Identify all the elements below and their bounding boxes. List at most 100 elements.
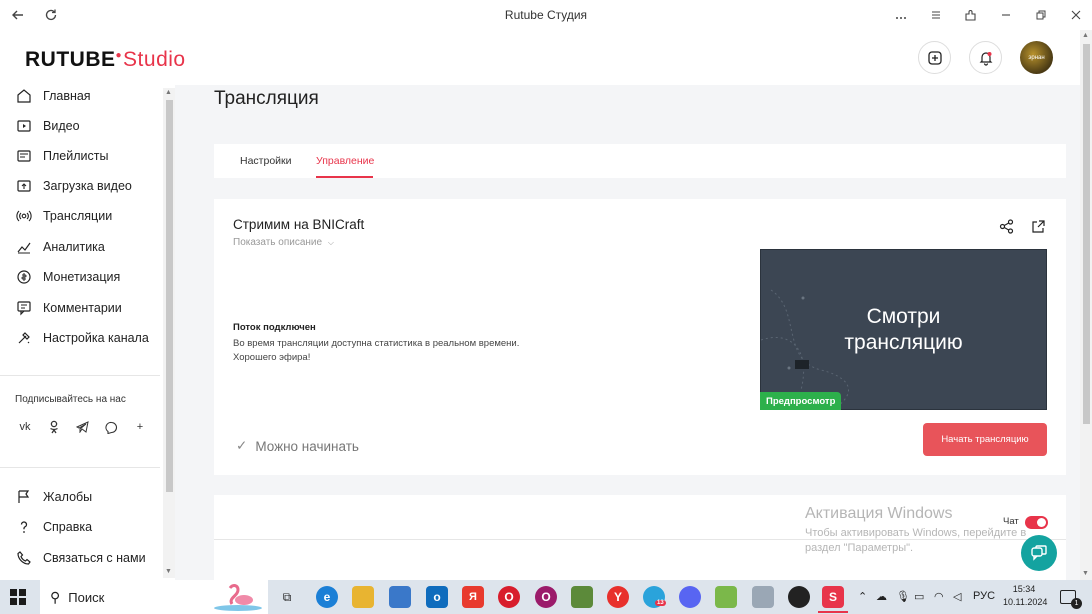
windows-activation-title: Активация Windows xyxy=(805,505,953,522)
keyboard-language[interactable]: РУС xyxy=(973,590,995,602)
search-icon: ⚲ xyxy=(50,588,61,605)
opera-gx-icon[interactable]: O xyxy=(535,586,557,608)
tab-management[interactable]: Управление xyxy=(316,155,374,167)
page-title: Трансляция xyxy=(214,88,319,109)
opera-icon[interactable]: O xyxy=(498,586,520,608)
sidebar-item-upload[interactable]: Загрузка видео xyxy=(15,175,132,197)
sidebar-item-label: Трансляции xyxy=(43,209,113,223)
scrollbar-thumb[interactable] xyxy=(166,100,173,492)
contact-icon xyxy=(15,549,33,567)
logo-dot: ● xyxy=(115,50,123,61)
sidebar-item-label: Загрузка видео xyxy=(43,179,132,193)
sidebar-item-channel-settings[interactable]: Настройка канала xyxy=(15,327,149,349)
restore-icon[interactable] xyxy=(1028,3,1054,27)
chat-bubbles-icon xyxy=(1031,545,1047,561)
microphone-icon[interactable]: 🎙 xyxy=(896,590,910,603)
scroll-up-arrow[interactable]: ▲ xyxy=(165,89,172,96)
clock-date: 10.11.2024 xyxy=(1003,597,1048,607)
yandex-browser-icon[interactable]: Y xyxy=(607,586,629,608)
ready-status-label: Можно начинать xyxy=(255,438,359,454)
outlook-icon[interactable]: o xyxy=(426,586,448,608)
sidebar-item-comments[interactable]: Комментарии xyxy=(15,297,122,319)
playlist-icon xyxy=(15,147,33,165)
telegram-badge: 13 xyxy=(655,600,666,606)
telegram-icon[interactable] xyxy=(71,416,93,438)
preview-overlay-text: Смотри трансляцию xyxy=(761,304,1046,356)
sidebar-item-label: Аналитика xyxy=(43,240,105,254)
windows-taskbar: ⚲ Поиск ⧉ e o Я O O Y 13 S ⌃ ☁ 🎙 ▭ ◠ ◁ Р… xyxy=(0,580,1092,614)
refresh-icon[interactable] xyxy=(38,3,64,27)
scroll-down-arrow[interactable]: ▼ xyxy=(1082,570,1089,577)
more-dots-icon[interactable] xyxy=(888,3,914,27)
sidebar-item-analytics[interactable]: Аналитика xyxy=(15,236,105,258)
viber-icon[interactable] xyxy=(100,416,122,438)
home-icon xyxy=(15,87,33,105)
start-broadcast-button[interactable]: Начать трансляцию xyxy=(923,423,1047,456)
wifi-icon[interactable]: ◠ xyxy=(934,590,944,603)
active-tab-indicator xyxy=(316,176,373,178)
scrollbar-thumb[interactable] xyxy=(1083,44,1090,424)
add-square-icon xyxy=(927,50,942,65)
open-external-icon[interactable] xyxy=(1029,217,1047,235)
comments-icon xyxy=(15,299,33,317)
file-explorer-icon[interactable] xyxy=(352,586,374,608)
app-icon[interactable] xyxy=(752,586,774,608)
more-icon[interactable]: + xyxy=(129,416,151,438)
add-content-button[interactable] xyxy=(918,41,951,74)
telegram-app-icon[interactable]: 13 xyxy=(643,586,666,608)
minecraft-icon[interactable] xyxy=(571,586,593,608)
logo-main: RUTUBE xyxy=(25,48,116,71)
stream-status-title: Поток подключен xyxy=(233,322,316,333)
scroll-down-arrow[interactable]: ▼ xyxy=(165,568,172,575)
volume-icon[interactable]: ◁ xyxy=(953,590,961,603)
cloud-icon[interactable]: ☁ xyxy=(876,590,887,603)
minimize-icon[interactable] xyxy=(993,3,1019,27)
edge-icon[interactable]: e xyxy=(316,586,338,608)
back-icon[interactable] xyxy=(5,3,31,27)
task-view-icon[interactable]: ⧉ xyxy=(276,586,298,608)
tray-overflow-icon[interactable]: ⌃ xyxy=(858,590,867,603)
avatar[interactable]: эрнан xyxy=(1020,41,1053,74)
yandex-icon[interactable]: Я xyxy=(462,586,484,608)
sidebar-item-label: Справка xyxy=(43,520,93,534)
scroll-up-arrow[interactable]: ▲ xyxy=(1082,32,1089,39)
sidebar-item-broadcasts[interactable]: Трансляции xyxy=(15,205,112,227)
sidebar-item-monetization[interactable]: Монетизация xyxy=(15,266,120,288)
rutube-studio-taskbar-icon[interactable]: S xyxy=(822,586,844,608)
extensions-icon[interactable] xyxy=(957,3,983,27)
battery-icon[interactable]: ▭ xyxy=(914,590,924,603)
taskbar-search[interactable]: ⚲ Поиск xyxy=(40,580,268,614)
vk-icon[interactable]: vk xyxy=(14,416,36,438)
menu-icon[interactable] xyxy=(923,3,949,27)
obs-icon[interactable] xyxy=(788,586,810,608)
store-icon[interactable] xyxy=(389,586,411,608)
windows-start-icon[interactable] xyxy=(10,589,26,605)
taskbar-clock[interactable]: 15:34 10.11.2024 xyxy=(1003,583,1048,609)
avatar-text: эрнан xyxy=(1028,54,1045,61)
sidebar-item-home[interactable]: Главная xyxy=(15,85,91,107)
tab-settings[interactable]: Настройки xyxy=(240,155,292,167)
subscribe-title: Подписывайтесь на нас xyxy=(15,394,126,405)
sidebar-item-playlists[interactable]: Плейлисты xyxy=(15,145,108,167)
share-icon[interactable] xyxy=(997,217,1015,235)
sidebar-scrollbar[interactable]: ▲ ▼ xyxy=(163,88,175,578)
rutube-studio-logo[interactable]: RUTUBE●Studio xyxy=(25,48,186,72)
sidebar-item-label: Главная xyxy=(43,89,91,103)
sidebar-item-help[interactable]: Справка xyxy=(15,516,92,538)
sidebar-item-complaints[interactable]: Жалобы xyxy=(15,486,92,508)
ok-icon[interactable] xyxy=(43,416,65,438)
sidebar-item-video[interactable]: Видео xyxy=(15,115,80,137)
sidebar: Главная Видео Плейлисты Загрузка видео Т… xyxy=(0,85,175,580)
support-chat-button[interactable] xyxy=(1021,535,1057,571)
main-scrollbar[interactable]: ▲ ▼ xyxy=(1080,30,1092,580)
show-description-link[interactable]: Показать описание ⌵ xyxy=(233,237,334,248)
close-icon[interactable] xyxy=(1063,3,1089,27)
sidebar-item-contact[interactable]: Связаться с нами xyxy=(15,547,146,569)
chat-toggle[interactable] xyxy=(1025,516,1048,529)
stream-preview[interactable]: Смотри трансляцию xyxy=(760,249,1047,410)
logo-studio: Studio xyxy=(123,48,186,71)
sidebar-item-label: Настройка канала xyxy=(43,331,149,345)
minecraft-launcher-icon[interactable] xyxy=(715,586,737,608)
discord-icon[interactable] xyxy=(679,586,701,608)
notifications-button[interactable] xyxy=(969,41,1002,74)
